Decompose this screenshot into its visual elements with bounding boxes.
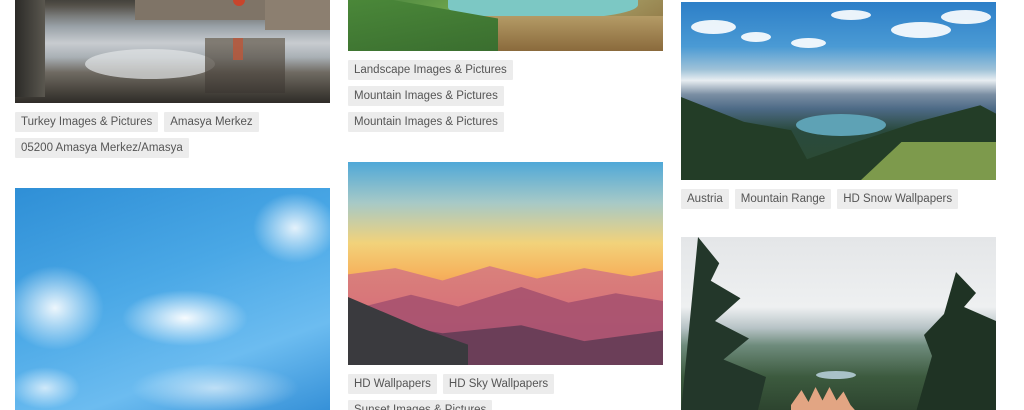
photo-card	[15, 188, 330, 410]
photo-card: Landscape Images & Pictures Mountain Ima…	[348, 0, 663, 132]
gallery-column-3: Austria Mountain Range HD Snow Wallpaper…	[681, 0, 996, 410]
photo-forest-valley-hand[interactable]	[681, 237, 996, 410]
photo-coastal-landscape[interactable]	[348, 0, 663, 51]
photo-card	[681, 237, 996, 410]
tag-link[interactable]: HD Snow Wallpapers	[837, 189, 959, 209]
tag-link[interactable]: HD Sky Wallpapers	[442, 374, 555, 394]
tag-link[interactable]: Mountain Images & Pictures	[348, 112, 504, 132]
tag-link[interactable]: 05200 Amasya Merkez/Amasya	[15, 138, 189, 158]
tag-link[interactable]: Sunset Images & Pictures	[348, 400, 493, 410]
photo-card: HD Wallpapers HD Sky Wallpapers Sunset I…	[348, 162, 663, 410]
photo-sunset-mountains[interactable]	[348, 162, 663, 365]
tag-link[interactable]: Mountain Images & Pictures	[348, 86, 504, 106]
tag-list: HD Wallpapers HD Sky Wallpapers Sunset I…	[348, 374, 663, 410]
photo-card: Turkey Images & Pictures Amasya Merkez 0…	[15, 0, 330, 158]
photo-blue-sky-clouds[interactable]	[15, 188, 330, 410]
tag-link[interactable]: Turkey Images & Pictures	[15, 112, 159, 132]
tag-link[interactable]: Mountain Range	[734, 189, 832, 209]
tag-list: Landscape Images & Pictures Mountain Ima…	[348, 60, 663, 132]
tag-link[interactable]: Austria	[681, 189, 729, 209]
gallery-column-1: Turkey Images & Pictures Amasya Merkez 0…	[15, 0, 330, 410]
tag-link[interactable]: HD Wallpapers	[348, 374, 437, 394]
tag-link[interactable]: Landscape Images & Pictures	[348, 60, 513, 80]
tag-list: Austria Mountain Range HD Snow Wallpaper…	[681, 189, 996, 209]
image-gallery: Turkey Images & Pictures Amasya Merkez 0…	[0, 0, 1024, 410]
photo-card: Austria Mountain Range HD Snow Wallpaper…	[681, 2, 996, 209]
tag-list: Turkey Images & Pictures Amasya Merkez 0…	[15, 112, 330, 158]
gallery-column-2: Landscape Images & Pictures Mountain Ima…	[348, 0, 663, 410]
photo-river-town-reflection[interactable]	[15, 0, 330, 103]
photo-alpine-valley[interactable]	[681, 2, 996, 180]
tag-link[interactable]: Amasya Merkez	[164, 112, 259, 132]
